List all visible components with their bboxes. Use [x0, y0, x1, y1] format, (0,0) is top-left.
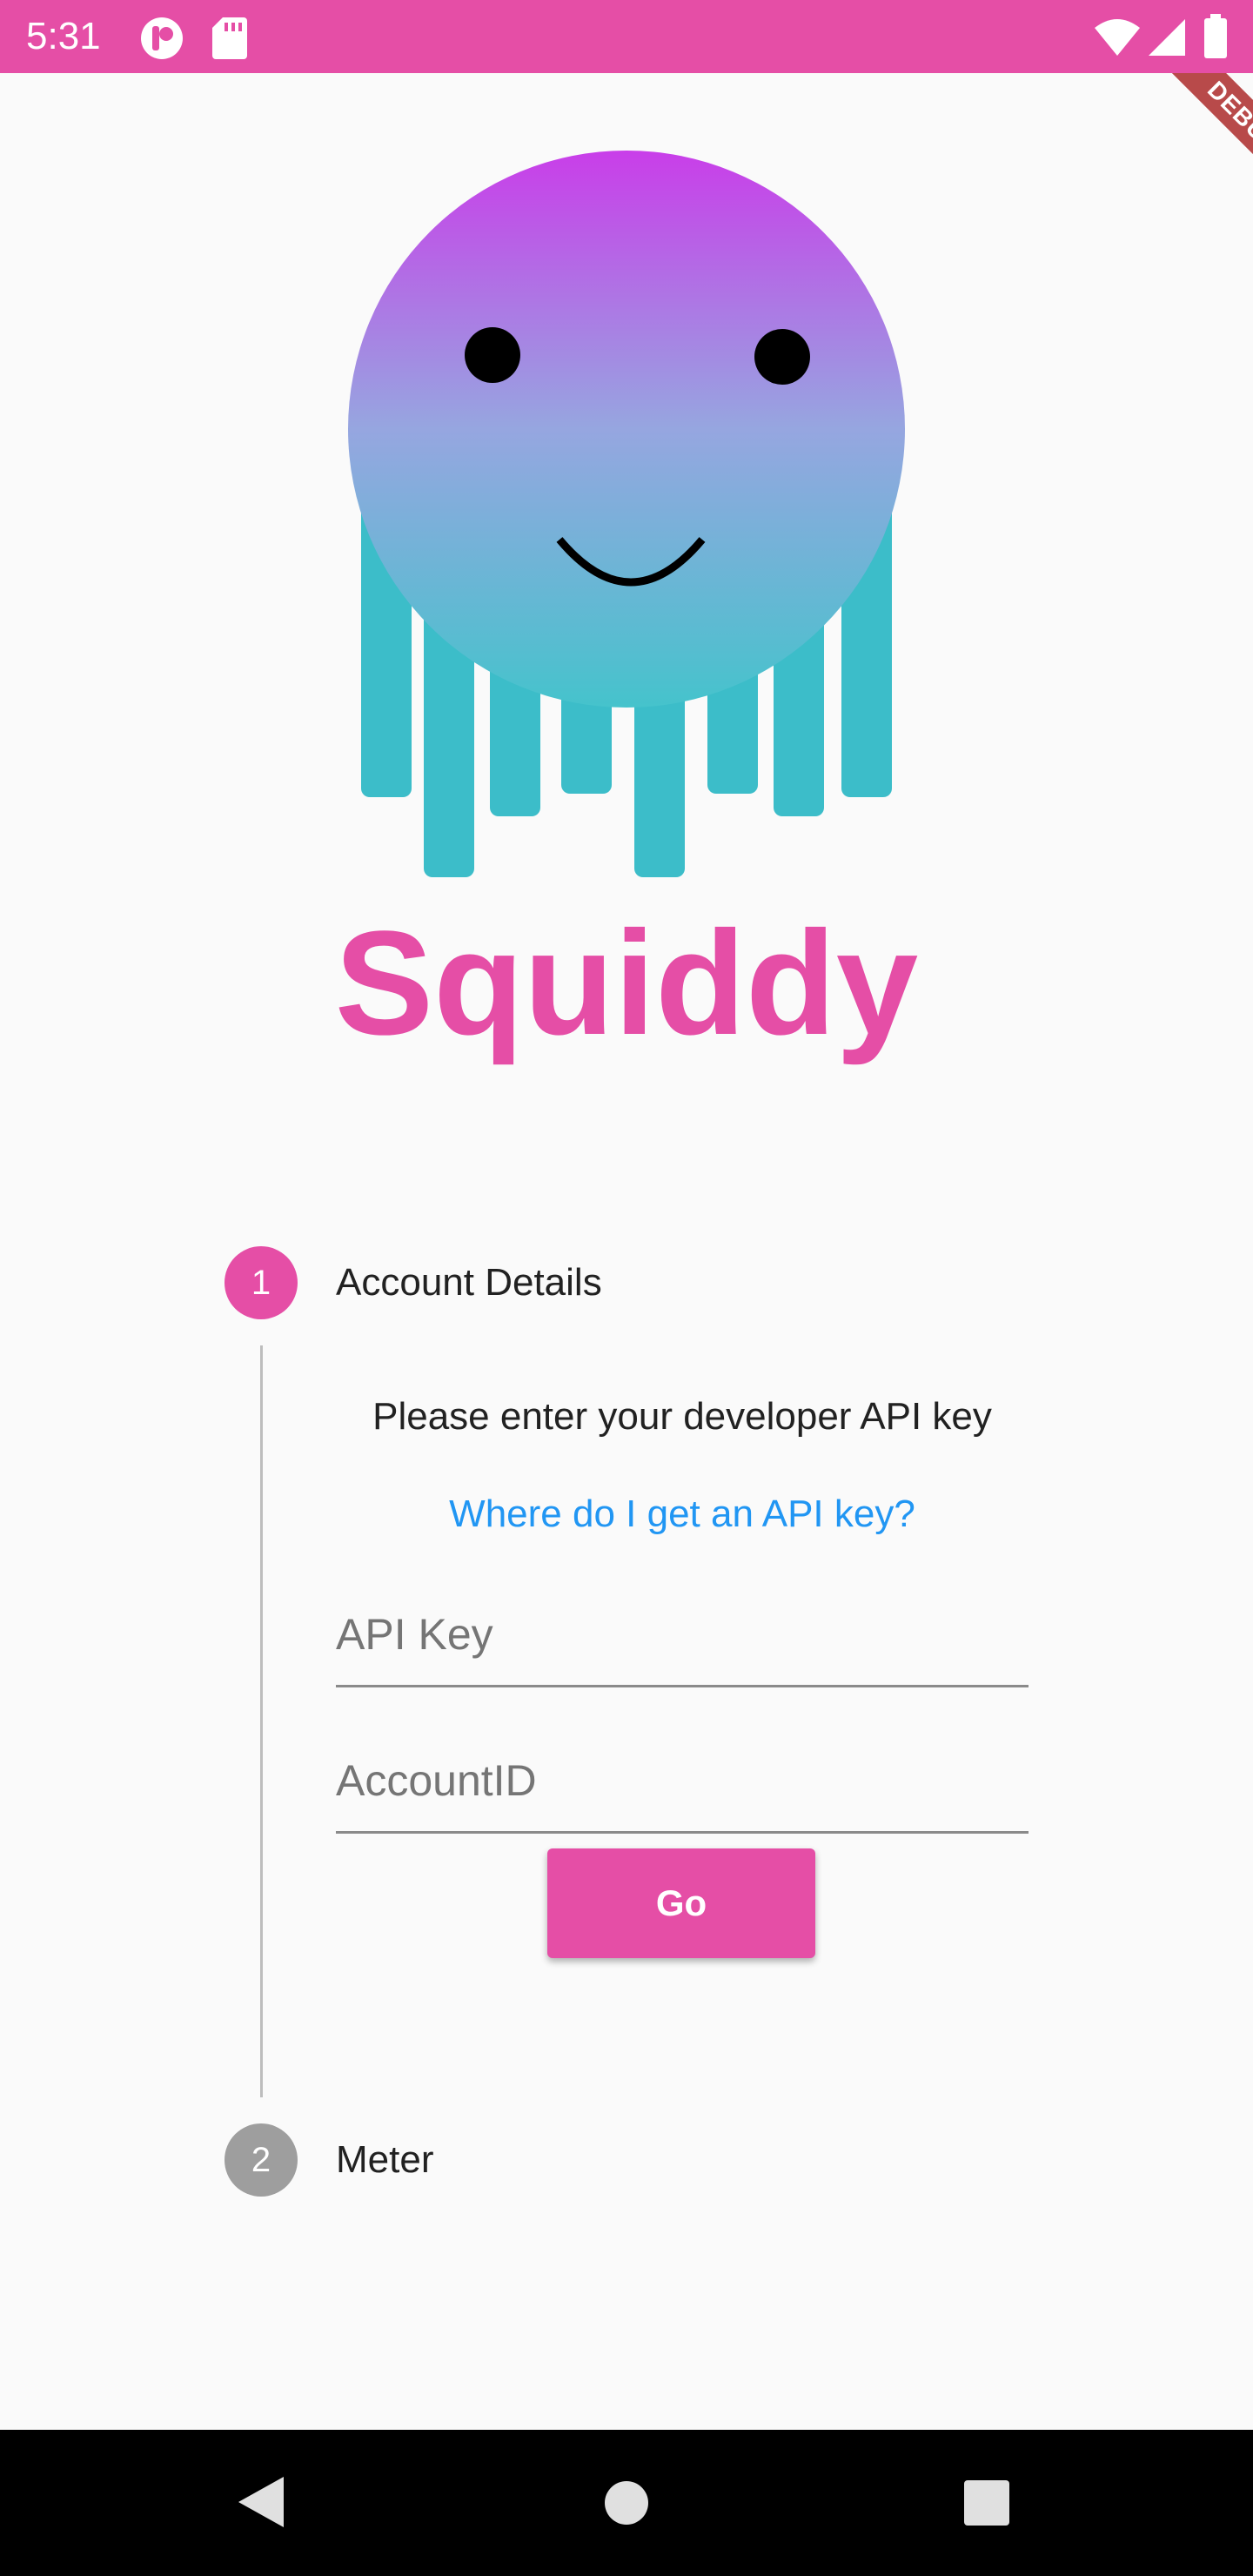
left-eye — [465, 327, 520, 383]
back-icon[interactable] — [235, 2473, 287, 2531]
step-1-number: 1 — [251, 1264, 271, 1302]
step-1-title[interactable]: Account Details — [336, 1258, 602, 1307]
account-id-input[interactable] — [336, 1727, 1029, 1831]
right-eye — [754, 329, 810, 385]
app-title: Squiddy — [334, 901, 919, 1066]
signal-icon — [1149, 19, 1185, 56]
battery-icon — [1204, 14, 1227, 58]
recents-icon[interactable] — [964, 2480, 1009, 2526]
step-2-title[interactable]: Meter — [336, 2136, 433, 2184]
api-key-input[interactable] — [336, 1580, 1029, 1685]
step-2-number: 2 — [251, 2141, 271, 2179]
debug-banner: DEBUG — [1131, 73, 1253, 195]
step-connector-line — [260, 1345, 263, 2097]
status-bar: 5:31 — [0, 0, 1253, 73]
api-key-help-link[interactable]: Where do I get an API key? — [336, 1488, 1029, 1540]
api-key-field[interactable] — [336, 1580, 1029, 1687]
home-icon[interactable] — [604, 2480, 649, 2526]
wifi-icon — [1095, 19, 1140, 56]
debug-label: DEBUG — [1163, 73, 1253, 195]
status-time: 5:31 — [26, 15, 101, 57]
sd-card-icon — [212, 17, 247, 59]
app-notification-icon — [141, 17, 183, 59]
squid-head — [348, 151, 905, 708]
account-id-field[interactable] — [336, 1727, 1029, 1834]
squid-logo — [348, 151, 905, 877]
navigation-bar — [0, 2430, 1253, 2576]
go-button[interactable]: Go — [547, 1848, 815, 1958]
instruction-text: Please enter your developer API key — [372, 1395, 992, 1438]
step-2-indicator[interactable]: 2 — [224, 2123, 298, 2197]
step-1-indicator[interactable]: 1 — [224, 1246, 298, 1319]
